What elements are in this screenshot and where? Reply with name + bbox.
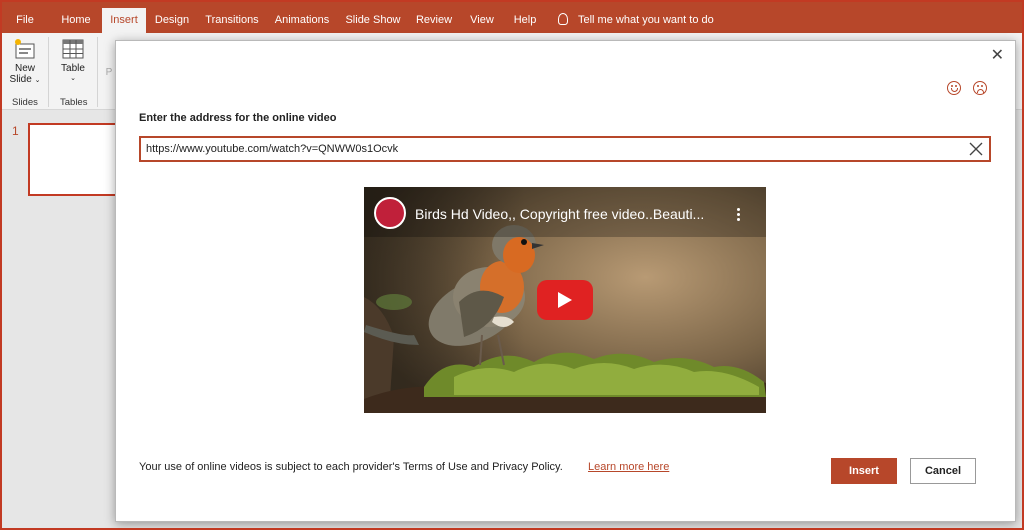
chevron-down-icon: ⌄ bbox=[70, 75, 76, 82]
more-options-icon[interactable] bbox=[737, 206, 740, 223]
new-slide-icon bbox=[15, 39, 35, 59]
tab-view[interactable]: View bbox=[463, 0, 501, 33]
ribbon-separator bbox=[97, 37, 98, 107]
table-button[interactable]: Table ⌄ bbox=[56, 38, 90, 82]
learn-more-link[interactable]: Learn more here bbox=[588, 461, 669, 473]
tab-file[interactable]: File bbox=[8, 0, 42, 33]
tab-animations[interactable]: Animations bbox=[270, 0, 334, 33]
tab-slide-show[interactable]: Slide Show bbox=[342, 0, 404, 33]
tab-transitions[interactable]: Transitions bbox=[203, 0, 261, 33]
table-icon bbox=[62, 39, 84, 59]
cancel-button[interactable]: Cancel bbox=[910, 458, 976, 484]
ribbon-separator bbox=[48, 37, 49, 107]
ribbon-tab-bar: File Home Insert Design Transitions Anim… bbox=[0, 0, 1024, 33]
tell-me-label: Tell me what you want to do bbox=[578, 14, 714, 26]
url-prompt-label: Enter the address for the online video bbox=[139, 112, 337, 124]
clear-icon[interactable] bbox=[967, 140, 985, 158]
channel-avatar bbox=[374, 197, 406, 229]
slide-number: 1 bbox=[12, 124, 19, 138]
new-slide-label-1: New bbox=[14, 63, 35, 74]
new-slide-label-2: Slide bbox=[9, 74, 32, 85]
tables-group-label: Tables bbox=[60, 97, 88, 108]
tab-insert[interactable]: Insert bbox=[102, 8, 146, 33]
tab-design[interactable]: Design bbox=[150, 0, 194, 33]
lightbulb-icon bbox=[558, 13, 568, 25]
frown-feedback-icon[interactable] bbox=[973, 81, 987, 95]
slides-group-label: Slides bbox=[12, 97, 38, 108]
play-icon[interactable] bbox=[537, 280, 593, 320]
url-input[interactable] bbox=[146, 140, 946, 158]
insert-button[interactable]: Insert bbox=[831, 458, 897, 484]
table-label: Table bbox=[61, 63, 85, 74]
new-slide-button[interactable]: New Slide ⌄ bbox=[8, 38, 42, 85]
tab-home[interactable]: Home bbox=[53, 0, 99, 33]
url-field[interactable] bbox=[139, 136, 991, 162]
ribbon-partial-label: P bbox=[105, 67, 113, 78]
video-preview[interactable]: Birds Hd Video,, Copyright free video..B… bbox=[364, 187, 766, 413]
tab-help[interactable]: Help bbox=[508, 0, 542, 33]
tab-review[interactable]: Review bbox=[412, 0, 456, 33]
chevron-down-icon: ⌄ bbox=[34, 77, 41, 84]
video-title: Birds Hd Video,, Copyright free video..B… bbox=[415, 206, 705, 222]
tell-me-search[interactable]: Tell me what you want to do bbox=[558, 0, 714, 33]
smile-feedback-icon[interactable] bbox=[947, 81, 961, 95]
slide-thumbnail[interactable] bbox=[28, 123, 123, 196]
terms-text: Your use of online videos is subject to … bbox=[139, 461, 563, 473]
insert-video-dialog: ✕ Enter the address for the online video bbox=[115, 40, 1016, 522]
close-icon[interactable]: ✕ bbox=[991, 45, 1004, 65]
